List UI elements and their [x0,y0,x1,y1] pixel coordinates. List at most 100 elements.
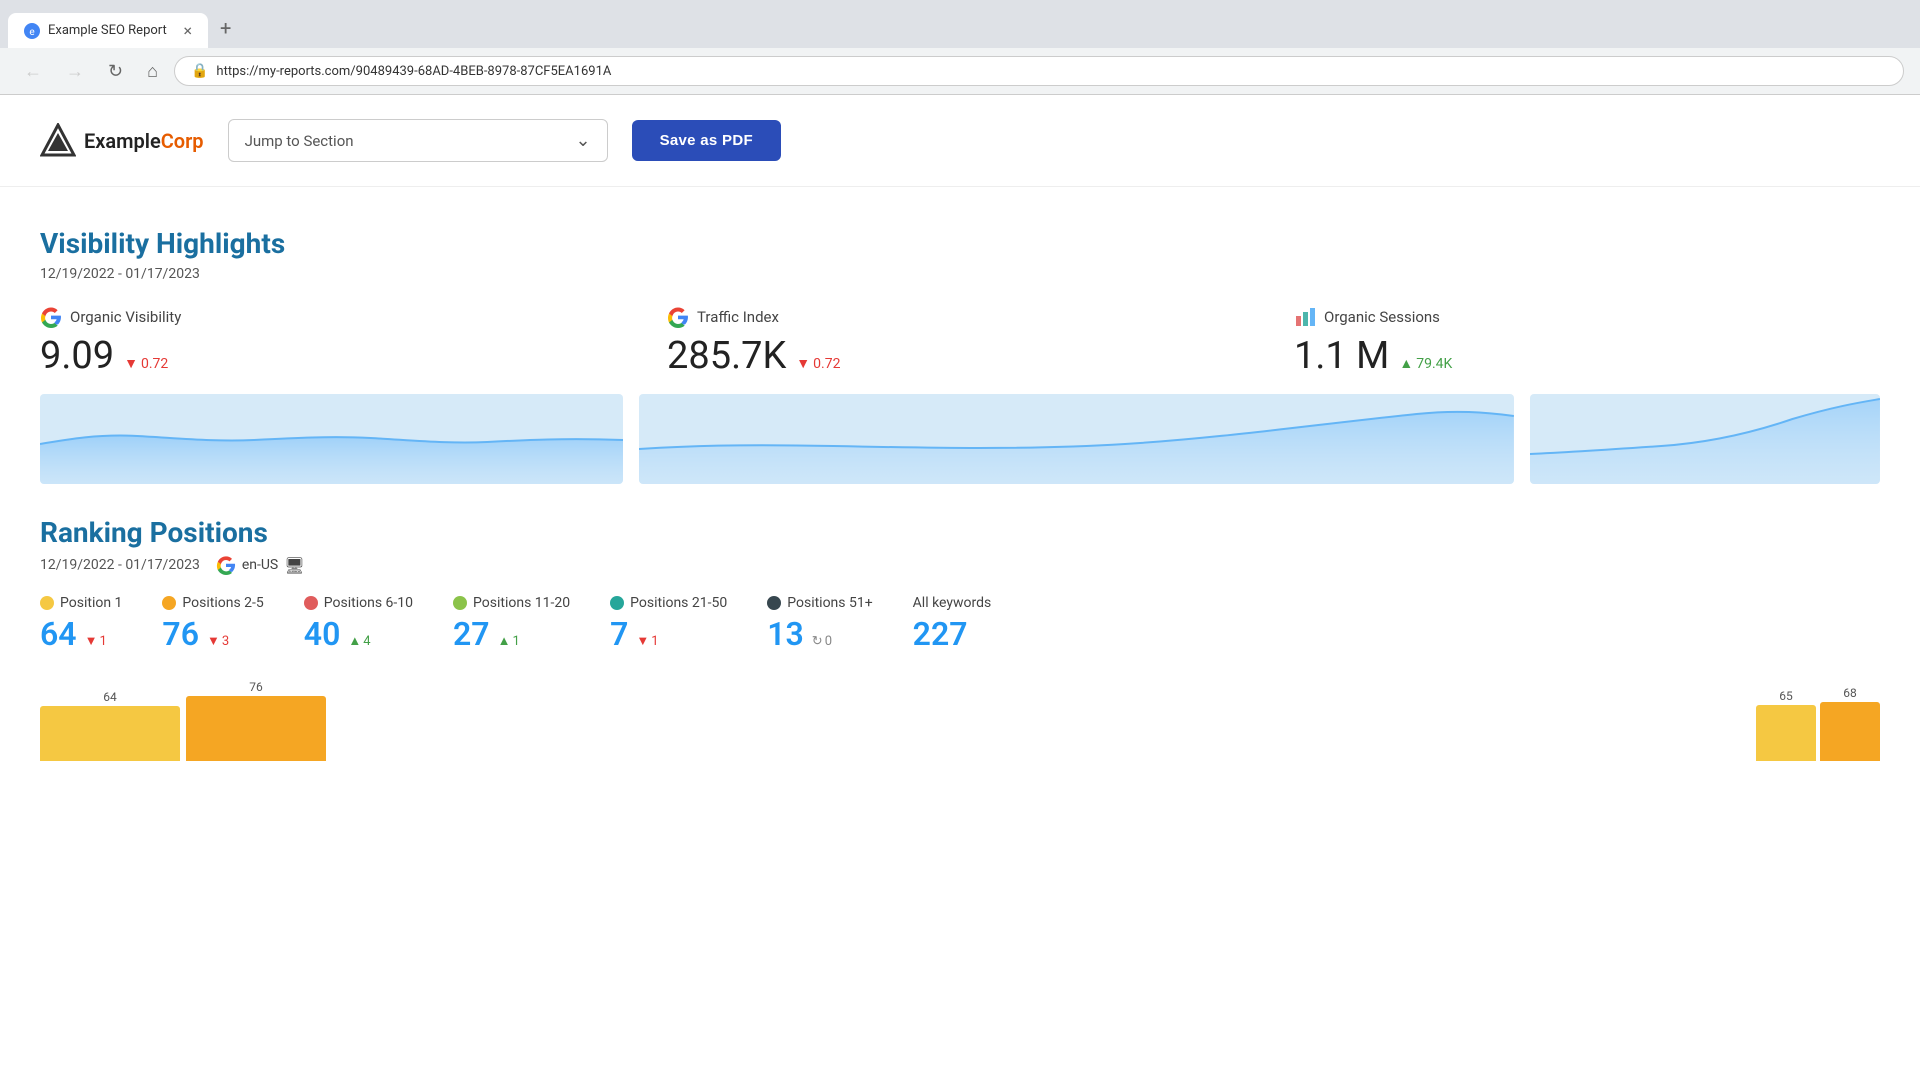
logo-area: ExampleCorp [40,123,204,159]
organic-visibility-chart-svg [40,394,623,484]
position-51-plus-value-row: 13 ↻ 0 [767,615,832,653]
position-11-20-item: Positions 11-20 27 ▲ 1 [453,595,570,653]
bar-label-2: 76 [249,680,263,694]
position-6-10-dot [304,596,318,610]
jump-dropdown-label: Jump to Section [245,132,354,150]
svg-text:e: e [29,27,34,38]
forward-button[interactable]: → [58,57,92,86]
google-icon-2 [667,306,689,328]
google-icon [40,306,62,328]
browser-toolbar: ← → ↻ ⌂ 🔒 https://my-reports.com/9048943… [0,48,1920,95]
tab-close-button[interactable]: × [183,21,192,40]
position-51-plus-dot [767,596,781,610]
all-keywords-value-row: 227 [913,615,968,653]
organic-sessions-metric: Organic Sessions 1.1 M ▲ 79.4K [1294,306,1880,386]
all-keywords-value: 227 [913,615,968,653]
charts-row [40,394,1880,484]
position-11-20-label: Positions 11-20 [473,595,570,611]
position-2-5-value-row: 76 ▼ 3 [162,615,229,653]
bar-col-right-1: 65 [1756,689,1816,761]
organic-sessions-value-row: 1.1 M ▲ 79.4K [1294,334,1880,378]
bar-chart-icon [1294,306,1316,328]
position-11-20-value-row: 27 ▲ 1 [453,615,520,653]
back-button[interactable]: ← [16,57,50,86]
visibility-highlights-title: Visibility Highlights [40,227,1880,260]
bar-col-right-2: 68 [1820,686,1880,761]
organic-visibility-label: Organic Visibility [70,308,181,326]
position-11-20-value: 27 [453,615,490,653]
home-button[interactable]: ⌂ [139,57,166,86]
logo-text: ExampleCorp [84,129,204,153]
position-51-plus-label-row: Positions 51+ [767,595,872,611]
active-tab[interactable]: e Example SEO Report × [8,13,208,48]
position-1-value: 64 [40,615,77,653]
bar-right-2 [1820,702,1880,761]
down-icon-p2: ▼ [207,633,220,649]
traffic-index-chart-svg [639,394,1514,484]
traffic-index-header: Traffic Index [667,306,1253,328]
organic-visibility-value-row: 9.09 ▼ 0.72 [40,334,626,378]
chevron-down-icon: ⌄ [575,130,590,151]
save-pdf-button[interactable]: Save as PDF [632,120,781,161]
position-2-5-dot [162,596,176,610]
main-content: Visibility Highlights 12/19/2022 - 01/17… [0,187,1920,761]
traffic-index-value: 285.7K [667,334,786,378]
position-6-10-label-row: Positions 6-10 [304,595,413,611]
organic-sessions-chart [1530,394,1880,484]
bar-chart-container: 200 64 76 65 68 [40,681,1880,761]
visibility-highlights-section: Visibility Highlights 12/19/2022 - 01/17… [40,227,1880,484]
new-tab-button[interactable]: + [208,8,243,48]
traffic-index-metric: Traffic Index 285.7K ▼ 0.72 [667,306,1253,386]
monitor-icon: 🖥 [284,556,304,575]
ranking-date-range: 12/19/2022 - 01/17/2023 [40,557,200,573]
bar-label-right-1: 65 [1779,689,1793,703]
page-header: ExampleCorp Jump to Section ⌄ Save as PD… [0,95,1920,187]
traffic-index-change: ▼ 0.72 [796,355,840,372]
position-21-50-value: 7 [610,615,628,653]
organic-sessions-label: Organic Sessions [1324,308,1440,326]
reload-button[interactable]: ↻ [100,57,131,86]
organic-visibility-value: 9.09 [40,334,114,378]
ranking-positions-title: Ranking Positions [40,516,1880,549]
position-11-20-label-row: Positions 11-20 [453,595,570,611]
ranking-header-row: 12/19/2022 - 01/17/2023 en-US 🖥 [40,555,1880,575]
down-icon-p1: ▼ [85,633,98,649]
position-2-5-change: ▼ 3 [207,633,229,649]
organic-visibility-metric: Organic Visibility 9.09 ▼ 0.72 [40,306,626,386]
position-1-item: Position 1 64 ▼ 1 [40,595,122,653]
organic-visibility-chart [40,394,623,484]
organic-sessions-value: 1.1 M [1294,334,1389,378]
position-2-5-value: 76 [162,615,199,653]
traffic-index-label: Traffic Index [697,308,779,326]
position-6-10-label: Positions 6-10 [324,595,413,611]
logo-icon [40,123,76,159]
organic-sessions-chart-svg [1530,394,1880,484]
bar-1 [40,706,180,761]
visibility-date-range: 12/19/2022 - 01/17/2023 [40,266,1880,282]
google-icon-3 [216,555,236,575]
position-1-label-row: Position 1 [40,595,122,611]
ranking-positions-section: Ranking Positions 12/19/2022 - 01/17/202… [40,516,1880,761]
up-icon-p4: ▲ [498,633,511,649]
metrics-row: Organic Visibility 9.09 ▼ 0.72 [40,306,1880,386]
position-51-plus-change: ↻ 0 [812,634,832,649]
position-21-50-label: Positions 21-50 [630,595,727,611]
organic-visibility-header: Organic Visibility [40,306,626,328]
position-6-10-change: ▲ 4 [348,633,370,649]
position-21-50-value-row: 7 ▼ 1 [610,615,658,653]
position-2-5-label: Positions 2-5 [182,595,263,611]
position-1-label: Position 1 [60,595,122,611]
position-21-50-change: ▼ 1 [636,633,658,649]
page-content: ExampleCorp Jump to Section ⌄ Save as PD… [0,95,1920,955]
tab-title: Example SEO Report [48,23,167,38]
bar-label-1: 64 [103,690,117,704]
all-keywords-item: All keywords 227 [913,595,992,653]
position-1-change: ▼ 1 [85,633,107,649]
browser-chrome: e Example SEO Report × + ← → ↻ ⌂ 🔒 https… [0,0,1920,95]
jump-to-section-dropdown[interactable]: Jump to Section ⌄ [228,119,608,162]
position-6-10-value-row: 40 ▲ 4 [304,615,371,653]
position-2-5-item: Positions 2-5 76 ▼ 3 [162,595,263,653]
bar-right-1 [1756,705,1816,761]
bar-2 [186,696,326,761]
address-bar[interactable]: 🔒 https://my-reports.com/90489439-68AD-4… [174,56,1904,86]
